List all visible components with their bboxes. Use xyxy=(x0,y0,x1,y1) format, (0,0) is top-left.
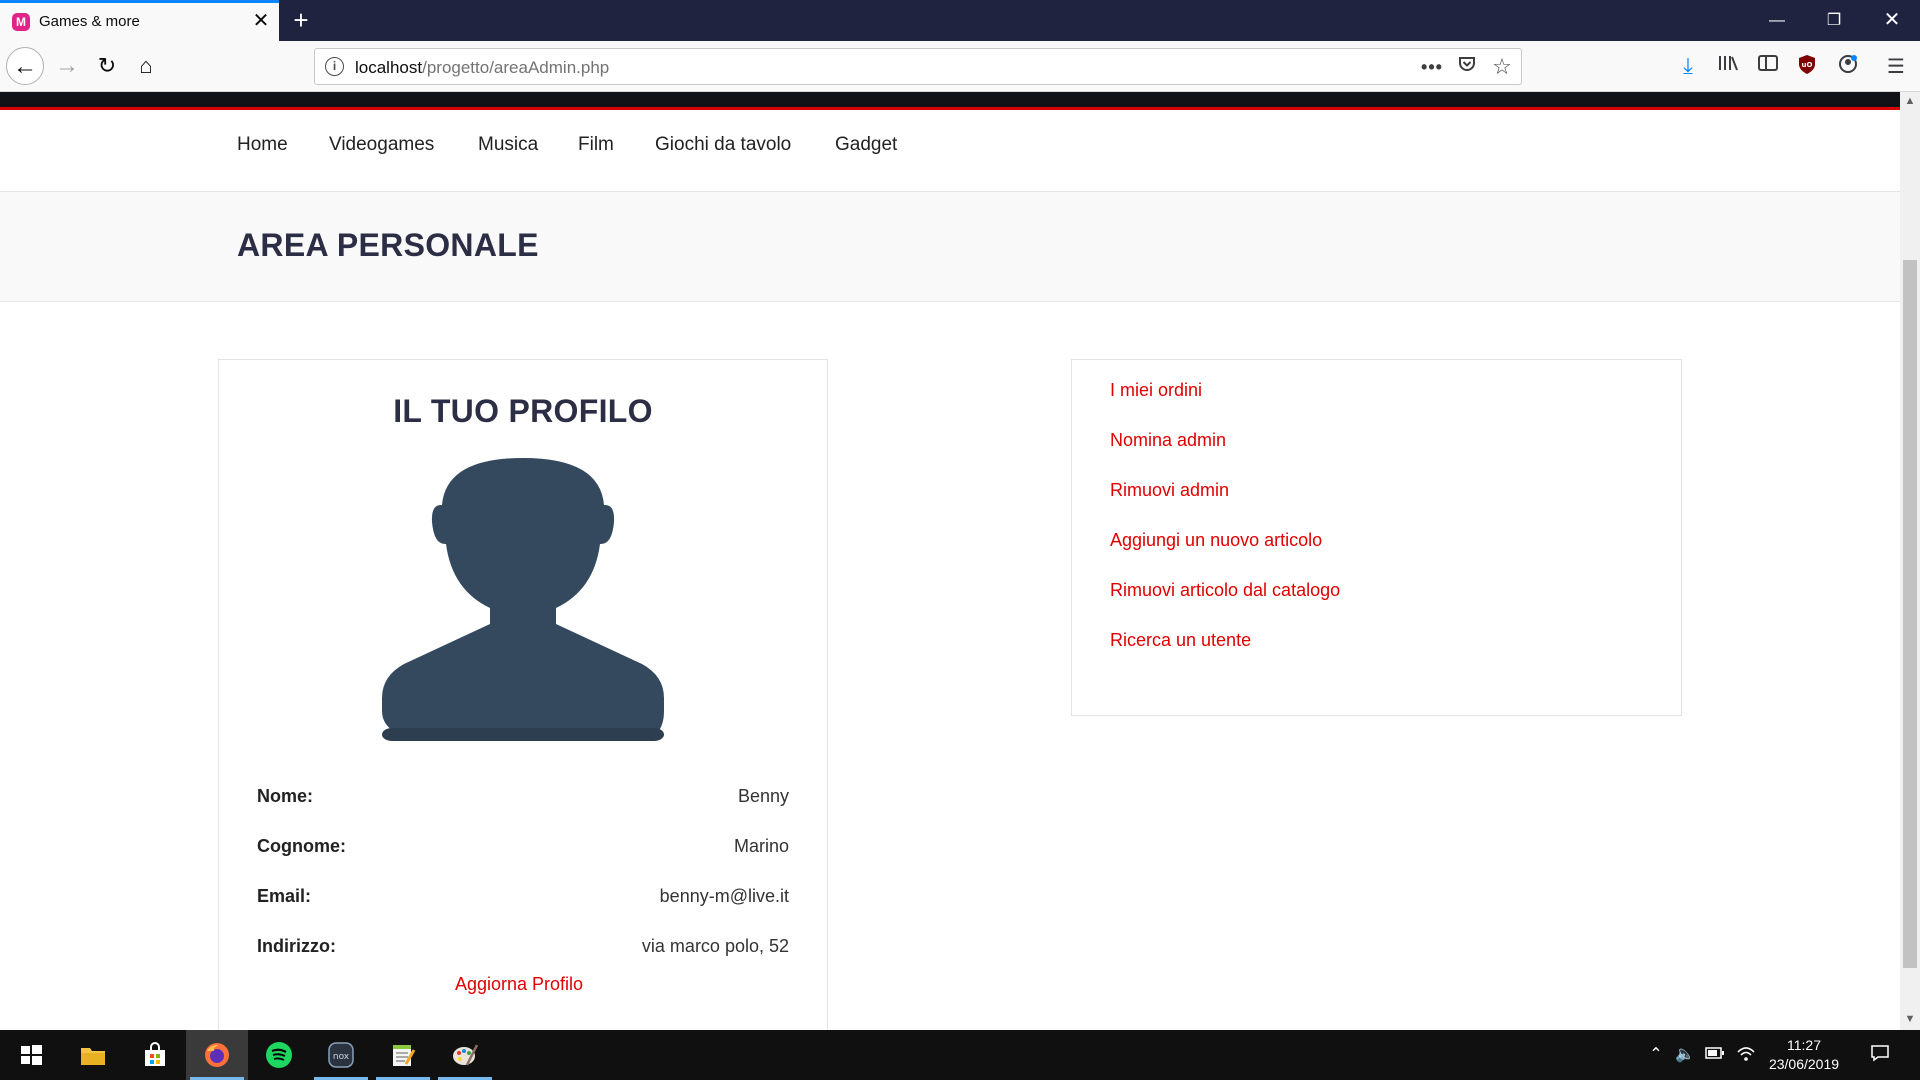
notepad-plus-button[interactable] xyxy=(372,1030,434,1080)
nav-item-film[interactable]: Film xyxy=(578,134,614,156)
scroll-thumb[interactable] xyxy=(1903,260,1917,968)
paint-button[interactable] xyxy=(434,1030,496,1080)
profile-title: IL TUO PROFILO xyxy=(393,393,653,429)
name-value: Benny xyxy=(737,786,789,806)
email-label: Email: xyxy=(257,886,312,906)
windows-logo-icon xyxy=(21,1045,42,1065)
clock-date: 23/06/2019 xyxy=(1768,1056,1840,1072)
profile-card: IL TUO PROFILO Nome: Benny Cognome: Mari… xyxy=(218,359,828,1030)
spotify-button[interactable] xyxy=(248,1030,310,1080)
site-navigation: Home Videogames Musica Film Giochi da ta… xyxy=(0,110,1900,192)
windows-taskbar: nox ⌃ 🔈 11:27 23/06/2019 xyxy=(0,1030,1920,1080)
paint-palette-icon xyxy=(453,1044,479,1066)
account-icon[interactable] xyxy=(1834,53,1862,81)
store-bag-icon xyxy=(145,1042,165,1066)
svg-text:nox: nox xyxy=(333,1052,350,1062)
ublock-icon[interactable]: uO xyxy=(1793,53,1821,81)
nox-button[interactable]: nox xyxy=(310,1030,372,1080)
user-avatar-icon xyxy=(382,458,664,741)
pocket-icon[interactable] xyxy=(1453,54,1481,80)
browser-tab-strip: M Games & more ✕ + — ❐ ✕ xyxy=(0,0,1920,41)
library-icon[interactable] xyxy=(1714,53,1742,81)
info-icon[interactable]: i xyxy=(325,57,344,76)
browser-tab[interactable]: M Games & more ✕ xyxy=(0,0,279,41)
spotify-icon xyxy=(266,1042,292,1068)
reload-icon[interactable]: ↻ xyxy=(88,47,126,85)
clock-time: 11:27 xyxy=(1787,1037,1821,1053)
menu-link-my-orders[interactable]: I miei ordini xyxy=(1110,380,1202,401)
file-explorer-button[interactable] xyxy=(62,1030,124,1080)
restore-window-icon[interactable]: ❐ xyxy=(1806,0,1862,41)
page-scrollbar[interactable]: ▲ ▼ xyxy=(1900,92,1920,1030)
admin-menu-card: I miei ordini Nomina admin Rimuovi admin… xyxy=(1071,359,1682,716)
bookmark-star-icon[interactable]: ☆ xyxy=(1488,54,1516,80)
nox-icon: nox xyxy=(328,1042,354,1068)
firefox-icon xyxy=(205,1043,229,1067)
download-icon[interactable]: ⤓ xyxy=(1674,52,1702,80)
notepad-icon xyxy=(393,1045,416,1066)
nav-item-videogames[interactable]: Videogames xyxy=(329,134,434,156)
tray-chevron-up-icon[interactable]: ⌃ xyxy=(1645,1044,1667,1066)
site-favicon-icon: M xyxy=(12,13,30,31)
url-host: localhost xyxy=(355,58,423,77)
scroll-up-icon[interactable]: ▲ xyxy=(1900,92,1920,110)
email-value: benny-m@live.it xyxy=(659,886,789,906)
menu-link-nominate-admin[interactable]: Nomina admin xyxy=(1110,430,1226,451)
forward-arrow-icon[interactable]: → xyxy=(48,47,86,85)
wifi-icon[interactable] xyxy=(1735,1044,1757,1066)
menu-link-add-article[interactable]: Aggiungi un nuovo articolo xyxy=(1110,530,1322,551)
nav-item-gadget[interactable]: Gadget xyxy=(835,134,897,156)
notifications-icon[interactable] xyxy=(1869,1044,1891,1066)
surname-value: Marino xyxy=(733,836,789,856)
menu-link-remove-admin[interactable]: Rimuovi admin xyxy=(1110,480,1229,501)
nav-item-musica[interactable]: Musica xyxy=(478,134,538,156)
minimize-window-icon[interactable]: — xyxy=(1749,0,1805,41)
url-text[interactable]: localhost/progetto/areaAdmin.php xyxy=(355,58,609,78)
start-button[interactable] xyxy=(0,1030,62,1080)
surname-label: Cognome: xyxy=(257,836,346,856)
browser-toolbar: ← → ↻ ⌂ i localhost/progetto/areaAdmin.p… xyxy=(0,41,1920,92)
update-profile-link[interactable]: Aggiorna Profilo xyxy=(219,974,819,995)
scroll-down-icon[interactable]: ▼ xyxy=(1900,1010,1920,1028)
battery-icon[interactable] xyxy=(1704,1044,1726,1066)
nav-item-giochi-da-tavolo[interactable]: Giochi da tavolo xyxy=(655,134,791,156)
page-title: AREA PERSONALE xyxy=(237,227,539,263)
folder-icon xyxy=(81,1048,105,1065)
store-button[interactable] xyxy=(124,1030,186,1080)
home-icon[interactable]: ⌂ xyxy=(127,47,165,85)
menu-link-search-user[interactable]: Ricerca un utente xyxy=(1110,630,1251,651)
site-header-strip xyxy=(0,92,1900,110)
back-arrow-icon[interactable]: ← xyxy=(6,47,44,85)
menu-icon[interactable]: ☰ xyxy=(1882,53,1910,81)
sidebar-icon[interactable] xyxy=(1754,53,1782,81)
volume-icon[interactable]: 🔈 xyxy=(1674,1044,1696,1066)
page-heading-band: AREA PERSONALE xyxy=(0,192,1900,302)
more-dots-icon[interactable]: ••• xyxy=(1418,54,1446,80)
name-label: Nome: xyxy=(257,786,314,806)
address-label: Indirizzo: xyxy=(257,936,336,956)
close-tab-icon[interactable]: ✕ xyxy=(249,9,273,33)
web-page: Home Videogames Musica Film Giochi da ta… xyxy=(0,92,1900,1030)
firefox-button[interactable] xyxy=(186,1030,248,1080)
address-value: via marco polo, 52 xyxy=(641,936,789,956)
new-tab-icon[interactable]: + xyxy=(286,6,316,36)
menu-link-remove-article[interactable]: Rimuovi articolo dal catalogo xyxy=(1110,580,1340,601)
svg-text:uO: uO xyxy=(1802,61,1813,69)
close-window-icon[interactable]: ✕ xyxy=(1864,0,1920,41)
system-clock[interactable]: 11:27 23/06/2019 xyxy=(1756,1036,1852,1074)
url-bar[interactable]: i localhost/progetto/areaAdmin.php ••• ☆ xyxy=(314,48,1522,85)
nav-item-home[interactable]: Home xyxy=(237,134,288,156)
tab-title: Games & more xyxy=(39,13,140,30)
url-path: /progetto/areaAdmin.php xyxy=(422,58,610,77)
